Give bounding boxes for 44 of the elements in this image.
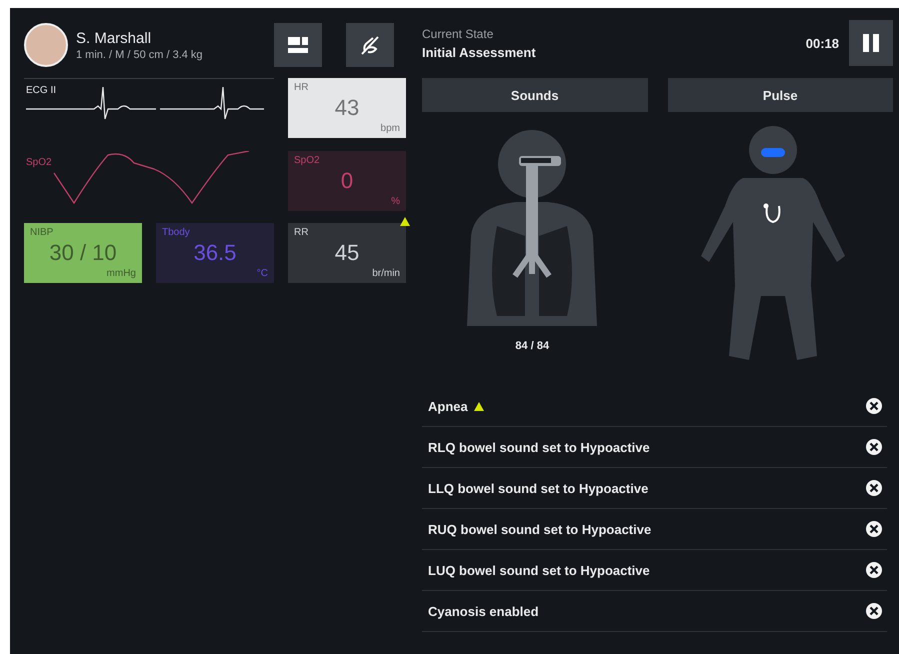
layout-button[interactable] xyxy=(274,23,322,67)
close-icon[interactable] xyxy=(865,561,883,579)
timer: 00:18 xyxy=(806,36,839,50)
vital-unit: mmHg xyxy=(106,268,136,279)
close-icon[interactable] xyxy=(865,397,883,415)
vital-label: HR xyxy=(294,82,310,93)
pause-icon xyxy=(862,33,880,53)
waveform-label: SpO2 xyxy=(26,157,52,168)
event-text: RUQ bowel sound set to Hypoactive xyxy=(428,522,652,536)
vital-unit: % xyxy=(390,196,400,207)
vital-value: 45 xyxy=(334,240,360,266)
event-text: RLQ bowel sound set to Hypoactive xyxy=(428,440,650,454)
event-text: Apnea xyxy=(428,398,484,414)
vital-unit: br/min xyxy=(371,268,400,279)
event-text: LUQ bowel sound set to Hypoactive xyxy=(428,562,650,578)
state-caption: Current State xyxy=(422,26,494,40)
crossed-hand-button[interactable] xyxy=(346,23,394,67)
vital-label: NIBP xyxy=(30,227,54,238)
close-icon[interactable] xyxy=(865,438,883,456)
vital-value: 36.5 xyxy=(192,240,238,266)
patient-name: S. Marshall xyxy=(76,30,152,46)
airway-reading: 84 / 84 xyxy=(515,340,550,352)
vital-value: 43 xyxy=(334,95,360,121)
event-text: LLQ bowel sound set to Hypoactive xyxy=(428,480,648,496)
close-icon[interactable] xyxy=(865,479,883,497)
pause-button[interactable] xyxy=(849,20,893,66)
layout-icon xyxy=(287,36,309,54)
vital-label: RR xyxy=(294,227,310,238)
vital-value: 30 / 10 xyxy=(48,240,118,266)
panel-button[interactable]: Sounds xyxy=(422,78,648,112)
patient-details: 1 min. / M / 50 cm / 3.4 kg xyxy=(76,48,204,60)
vital-value: 0 xyxy=(340,168,354,194)
vital-label: SpO2 xyxy=(294,155,321,166)
waveform-label: ECG II xyxy=(26,85,56,96)
vital-unit: °C xyxy=(256,268,268,279)
vital-unit: bpm xyxy=(380,123,400,134)
panel-button[interactable]: Pulse xyxy=(668,78,893,112)
event-text: Cyanosis enabled xyxy=(428,604,539,618)
crossed-hand-icon xyxy=(359,34,381,56)
close-icon[interactable] xyxy=(865,520,883,538)
patient-avatar xyxy=(24,23,68,67)
vital-label: Tbody xyxy=(162,227,191,238)
state-name: Initial Assessment xyxy=(422,44,537,60)
close-icon[interactable] xyxy=(865,602,883,620)
